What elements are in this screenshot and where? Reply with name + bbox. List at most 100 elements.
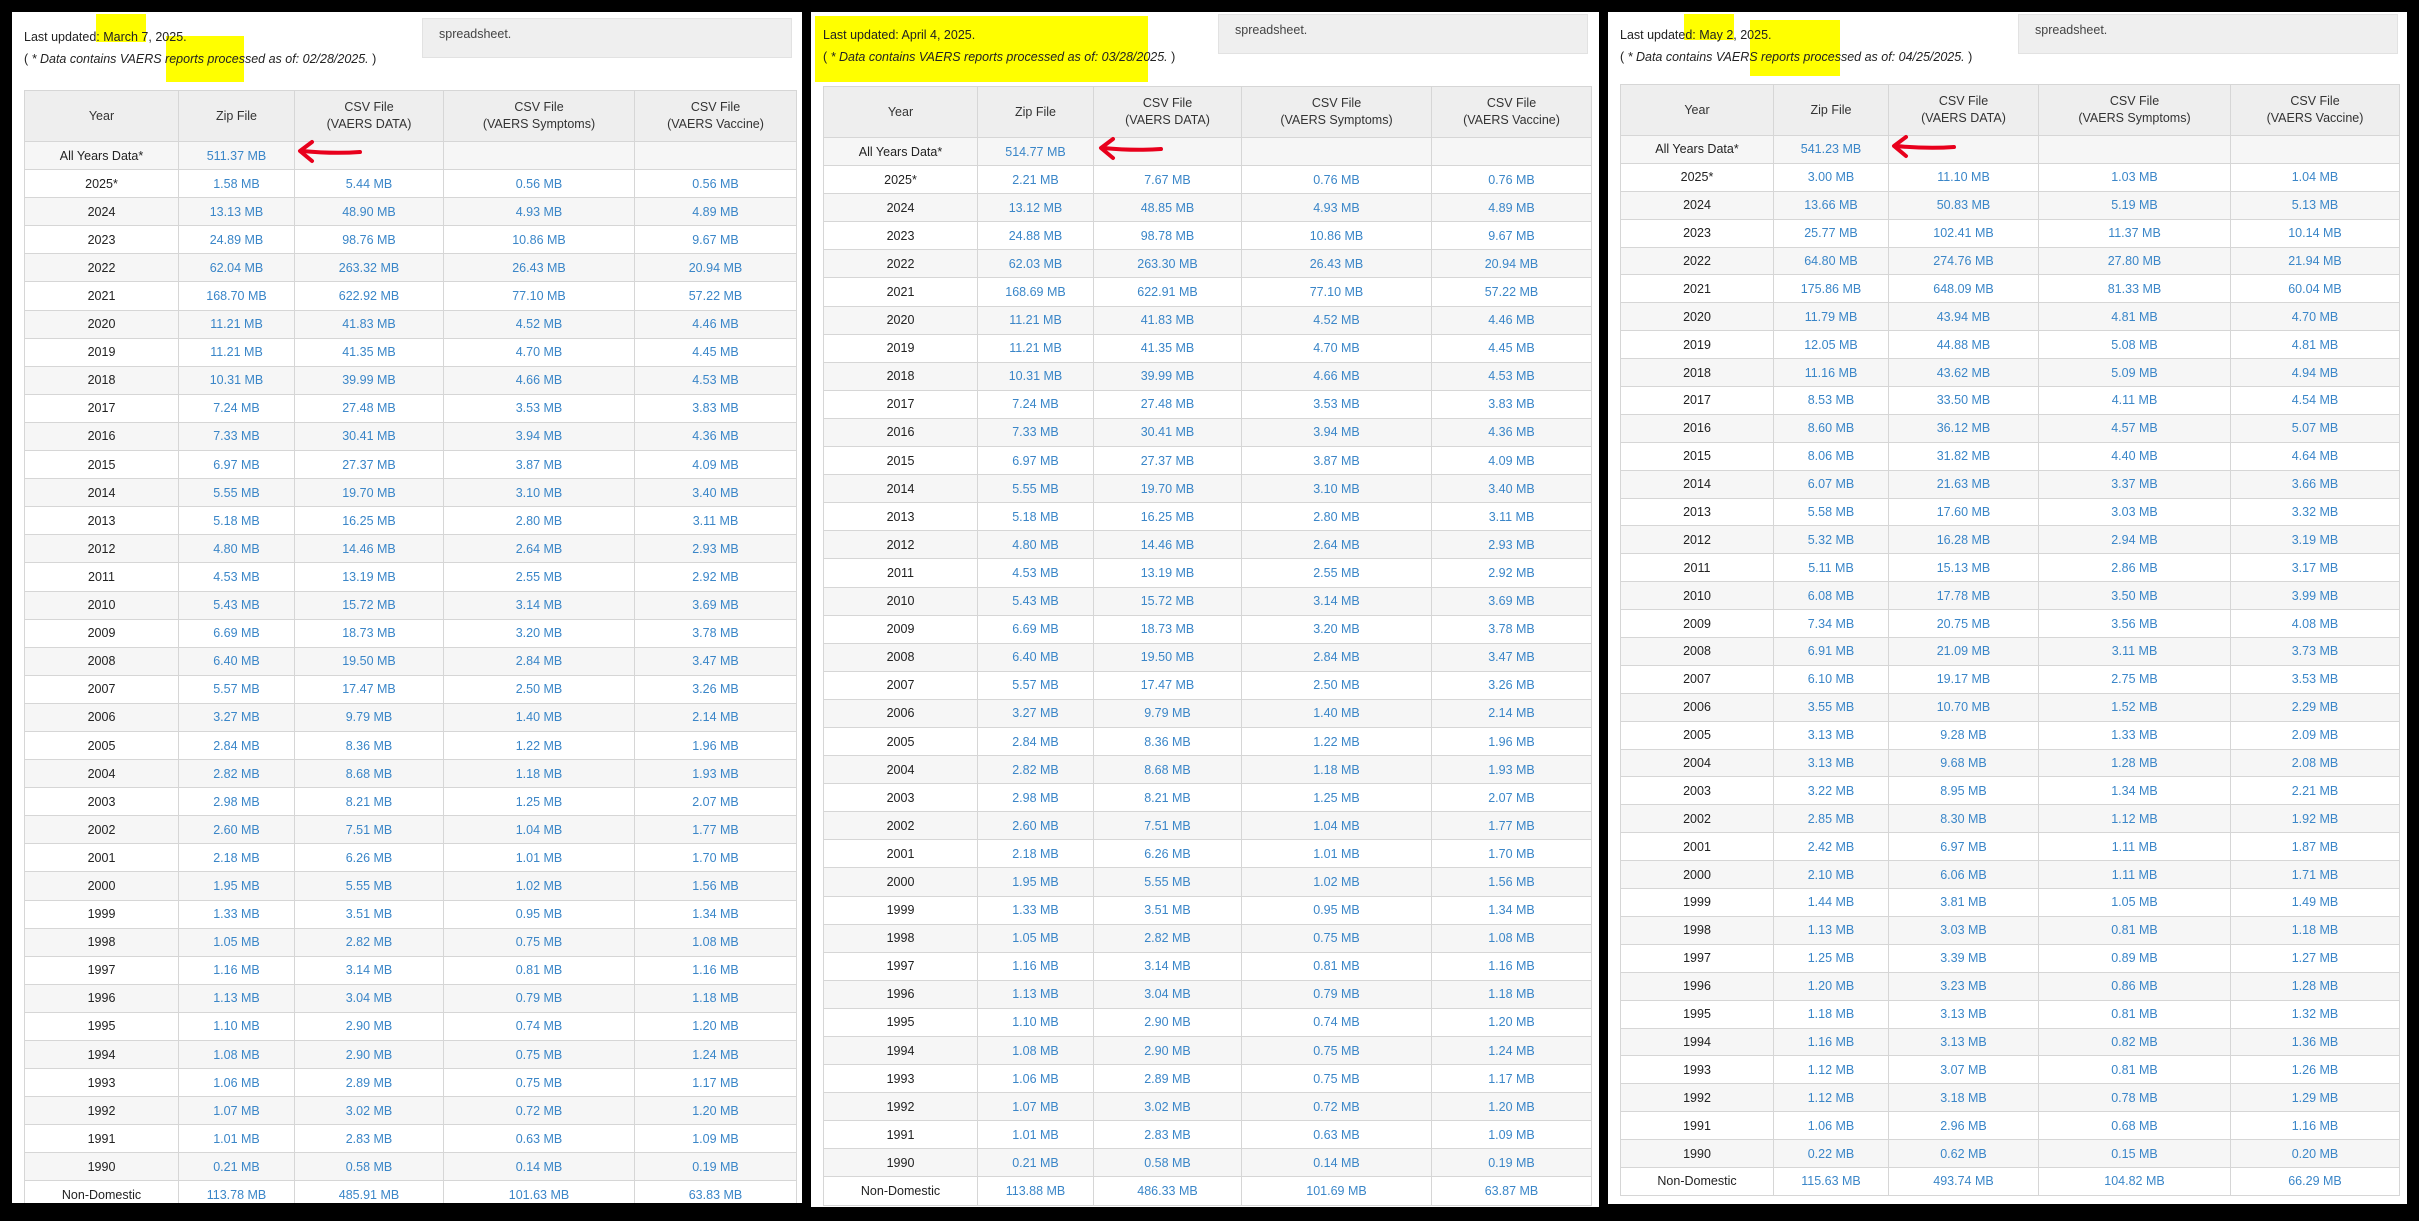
zip-file-link[interactable]: 10.31 MB — [210, 373, 264, 387]
csv-data-link[interactable]: 39.99 MB — [342, 373, 396, 387]
csv-vaccine-link[interactable]: 1.77 MB — [1488, 819, 1535, 833]
file-size-cell[interactable]: 3.73 MB — [2230, 637, 2400, 666]
file-size-cell[interactable]: 2.84 MB — [1241, 642, 1432, 672]
csv-vaccine-link[interactable]: 10.14 MB — [2288, 226, 2342, 240]
zip-file-link[interactable]: 4.80 MB — [1012, 538, 1059, 552]
file-size-cell[interactable]: 81.33 MB — [2038, 274, 2231, 304]
file-size-cell[interactable]: 1.29 MB — [2230, 1083, 2400, 1113]
csv-symptoms-link[interactable]: 3.50 MB — [2111, 589, 2158, 603]
file-size-cell[interactable]: 5.57 MB — [977, 670, 1094, 700]
file-size-cell[interactable]: 3.39 MB — [1888, 943, 2039, 973]
file-size-cell[interactable]: 1.07 MB — [977, 1092, 1094, 1122]
csv-symptoms-link[interactable]: 1.28 MB — [2111, 756, 2158, 770]
file-size-cell[interactable]: 6.97 MB — [977, 446, 1094, 476]
file-size-cell[interactable]: 10.86 MB — [1241, 221, 1432, 251]
file-size-cell[interactable]: 7.34 MB — [1773, 609, 1889, 639]
file-size-cell[interactable]: 1.16 MB — [634, 955, 797, 985]
zip-file-link[interactable]: 6.10 MB — [1808, 672, 1855, 686]
file-size-cell[interactable]: 3.37 MB — [2038, 469, 2231, 499]
file-size-cell[interactable]: 1.28 MB — [2230, 971, 2400, 1001]
zip-file-link[interactable]: 5.18 MB — [1012, 510, 1059, 524]
csv-symptoms-link[interactable]: 11.37 MB — [2108, 226, 2161, 240]
csv-data-link[interactable]: 43.62 MB — [1937, 366, 1991, 380]
csv-symptoms-link[interactable]: 2.84 MB — [1313, 650, 1360, 664]
file-size-cell[interactable]: 3.23 MB — [1888, 971, 2039, 1001]
file-size-cell[interactable]: 1.06 MB — [178, 1068, 295, 1098]
file-size-cell[interactable]: 2.60 MB — [977, 811, 1094, 841]
file-size-cell[interactable]: 2.80 MB — [1241, 502, 1432, 532]
csv-vaccine-link[interactable]: 1.56 MB — [692, 879, 739, 893]
zip-file-link[interactable]: 62.04 MB — [210, 261, 264, 275]
zip-file-link[interactable]: 1.13 MB — [1012, 987, 1059, 1001]
file-size-cell[interactable]: 1.96 MB — [634, 730, 797, 761]
file-size-cell[interactable]: 2.18 MB — [178, 843, 295, 873]
zip-file-link[interactable]: 1.07 MB — [1012, 1100, 1059, 1114]
csv-symptoms-link[interactable]: 0.14 MB — [516, 1160, 563, 1174]
file-size-cell[interactable]: 6.06 MB — [1888, 860, 2039, 890]
file-size-cell[interactable]: 9.28 MB — [1888, 720, 2039, 750]
csv-vaccine-link[interactable]: 63.87 MB — [1485, 1184, 1539, 1198]
file-size-cell[interactable]: 168.70 MB — [178, 281, 295, 311]
csv-vaccine-link[interactable]: 2.07 MB — [1488, 791, 1535, 805]
file-size-cell[interactable]: 1.10 MB — [977, 1007, 1094, 1038]
csv-symptoms-link[interactable]: 0.75 MB — [1313, 931, 1360, 945]
zip-file-link[interactable]: 2.84 MB — [213, 739, 260, 753]
file-size-cell[interactable]: 14.46 MB — [294, 534, 444, 564]
file-size-cell[interactable]: 77.10 MB — [1241, 277, 1432, 307]
csv-vaccine-link[interactable]: 3.47 MB — [1488, 650, 1535, 664]
csv-symptoms-link[interactable]: 3.11 MB — [2112, 644, 2158, 658]
file-size-cell[interactable]: 0.72 MB — [443, 1096, 635, 1126]
file-size-cell[interactable]: 5.32 MB — [1773, 525, 1889, 555]
csv-vaccine-link[interactable]: 3.19 MB — [2292, 533, 2339, 547]
zip-file-link[interactable]: 1.08 MB — [1012, 1044, 1059, 1058]
csv-symptoms-link[interactable]: 1.40 MB — [516, 710, 563, 724]
file-size-cell[interactable]: 2.80 MB — [443, 506, 635, 536]
csv-vaccine-link[interactable]: 1.29 MB — [2292, 1091, 2339, 1105]
file-size-cell[interactable]: 3.19 MB — [2230, 525, 2400, 555]
file-size-cell[interactable]: 6.08 MB — [1773, 581, 1889, 611]
file-size-cell[interactable]: 0.79 MB — [1241, 979, 1432, 1009]
csv-symptoms-link[interactable]: 101.69 MB — [1306, 1184, 1366, 1198]
csv-vaccine-link[interactable]: 1.93 MB — [1488, 763, 1535, 777]
zip-file-link[interactable]: 113.88 MB — [1006, 1184, 1066, 1198]
csv-data-link[interactable]: 15.72 MB — [1141, 594, 1195, 608]
csv-vaccine-link[interactable]: 3.53 MB — [2292, 672, 2339, 686]
file-size-cell[interactable]: 27.48 MB — [1093, 389, 1242, 419]
csv-vaccine-link[interactable]: 3.66 MB — [2292, 477, 2339, 491]
csv-data-link[interactable]: 43.94 MB — [1937, 310, 1991, 324]
csv-vaccine-link[interactable]: 0.19 MB — [692, 1160, 739, 1174]
file-size-cell[interactable]: 18.73 MB — [1093, 614, 1242, 644]
zip-file-link[interactable]: 64.80 MB — [1804, 254, 1858, 268]
csv-symptoms-link[interactable]: 5.09 MB — [2111, 366, 2158, 380]
zip-file-link[interactable]: 1.20 MB — [1808, 979, 1855, 993]
csv-data-link[interactable]: 102.41 MB — [1933, 226, 1993, 240]
zip-file-link[interactable]: 4.53 MB — [213, 570, 260, 584]
file-size-cell[interactable]: 541.23 MB — [1773, 135, 1889, 164]
zip-file-link[interactable]: 2.42 MB — [1808, 840, 1855, 854]
file-size-cell[interactable]: 13.66 MB — [1773, 190, 1889, 220]
csv-data-link[interactable]: 5.44 MB — [346, 177, 393, 191]
zip-file-link[interactable]: 1.08 MB — [213, 1048, 260, 1062]
csv-symptoms-link[interactable]: 0.74 MB — [516, 1019, 563, 1033]
csv-data-link[interactable]: 648.09 MB — [1933, 282, 1993, 296]
file-size-cell[interactable]: 6.97 MB — [1888, 832, 2039, 862]
file-size-cell[interactable]: 3.04 MB — [1093, 979, 1242, 1009]
zip-file-link[interactable]: 1.01 MB — [1012, 1128, 1059, 1142]
csv-symptoms-link[interactable]: 0.63 MB — [516, 1132, 563, 1146]
file-size-cell[interactable]: 1.06 MB — [977, 1064, 1094, 1094]
file-size-cell[interactable]: 2.29 MB — [2230, 692, 2400, 722]
file-size-cell[interactable]: 2.84 MB — [443, 646, 635, 676]
csv-vaccine-link[interactable]: 3.78 MB — [692, 626, 739, 640]
csv-symptoms-link[interactable]: 3.87 MB — [516, 458, 563, 472]
file-size-cell[interactable]: 7.24 MB — [178, 393, 295, 423]
file-size-cell[interactable]: 2.09 MB — [2230, 720, 2400, 750]
csv-vaccine-link[interactable]: 2.92 MB — [1488, 566, 1535, 580]
file-size-cell[interactable]: 4.81 MB — [2038, 302, 2231, 332]
csv-symptoms-link[interactable]: 1.33 MB — [2111, 728, 2158, 742]
file-size-cell[interactable]: 7.24 MB — [977, 389, 1094, 419]
csv-data-link[interactable]: 2.90 MB — [1144, 1044, 1191, 1058]
file-size-cell[interactable]: 2.50 MB — [443, 674, 635, 704]
file-size-cell[interactable]: 36.12 MB — [1888, 413, 2039, 443]
file-size-cell[interactable]: 7.51 MB — [1093, 811, 1242, 841]
zip-file-link[interactable]: 25.77 MB — [1804, 226, 1858, 240]
